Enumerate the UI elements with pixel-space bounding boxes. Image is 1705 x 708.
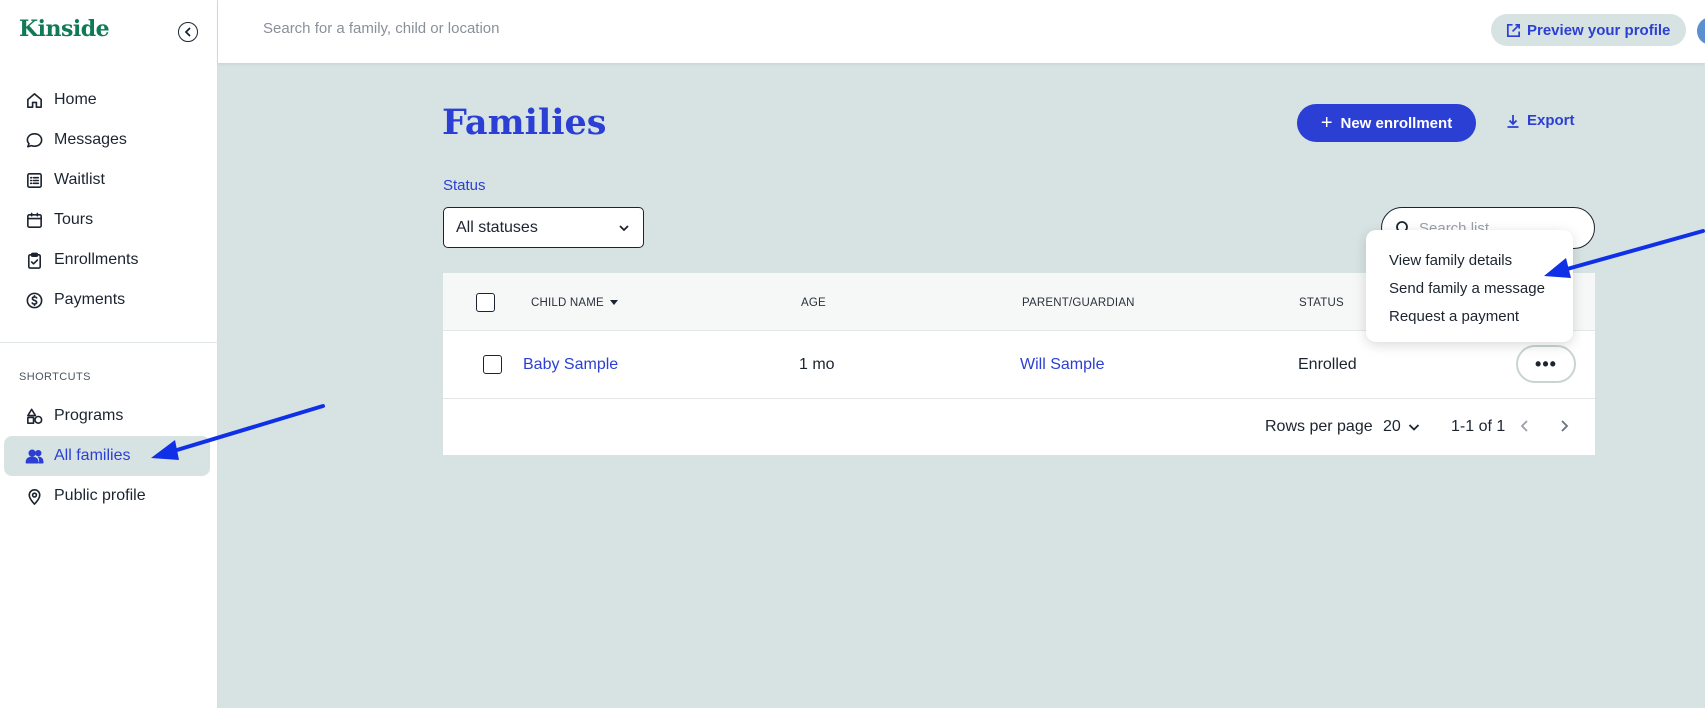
sidebar: Kinside Home Messages Waitlist Tours Enr… [0, 0, 218, 708]
users-icon [24, 446, 44, 466]
sidebar-item-label: Messages [54, 131, 127, 148]
shapes-icon [24, 406, 44, 426]
column-header-age: AGE [801, 297, 826, 309]
export-label: Export [1527, 112, 1575, 129]
column-header-status: STATUS [1299, 297, 1344, 309]
page-title: Families [442, 102, 607, 143]
list-icon [24, 170, 44, 190]
sidebar-item-label: Public profile [54, 487, 146, 504]
sort-caret-icon [609, 300, 618, 306]
clipboard-icon [24, 250, 44, 270]
new-enrollment-label: New enrollment [1340, 114, 1453, 132]
status-filter-label: Status [443, 177, 486, 194]
export-button[interactable]: Export [1505, 112, 1575, 129]
location-pin-icon [24, 486, 44, 506]
avatar[interactable] [1697, 17, 1705, 45]
previous-page-button[interactable] [1517, 418, 1533, 439]
chat-icon [24, 130, 44, 150]
child-age: 1 mo [799, 356, 835, 373]
preview-profile-button[interactable]: Preview your profile [1491, 14, 1687, 46]
top-bar: Preview your profile [218, 0, 1705, 63]
sidebar-item-label: Payments [54, 291, 126, 308]
chevron-right-icon [1561, 420, 1569, 432]
sidebar-item-messages[interactable]: Messages [4, 120, 210, 160]
rows-per-page-select[interactable]: 20 [1383, 418, 1422, 436]
chevron-down-icon [1408, 424, 1419, 431]
sidebar-divider [0, 342, 218, 343]
sidebar-item-label: Enrollments [54, 251, 139, 268]
sidebar-item-enrollments[interactable]: Enrollments [4, 240, 210, 280]
calendar-icon [24, 210, 44, 230]
sidebar-item-label: Waitlist [54, 171, 105, 188]
status-filter-select[interactable]: All statuses [443, 207, 644, 248]
sidebar-item-label: Tours [54, 211, 94, 228]
chevron-down-icon [619, 224, 629, 231]
chevron-left-icon [1520, 420, 1528, 432]
home-icon [24, 90, 44, 110]
child-name-link[interactable]: Baby Sample [523, 356, 618, 374]
column-header-parent: PARENT/GUARDIAN [1022, 297, 1135, 309]
annotation-arrow-menu [1544, 229, 1705, 278]
select-all-checkbox[interactable] [476, 293, 495, 312]
collapse-sidebar-button[interactable] [178, 22, 198, 42]
preview-profile-label: Preview your profile [1527, 21, 1671, 39]
download-icon [1507, 114, 1519, 128]
dollar-icon [24, 290, 44, 310]
sidebar-item-label: All families [54, 447, 131, 464]
enrollment-status: Enrolled [1298, 356, 1357, 373]
plus-icon: + [1320, 111, 1333, 134]
main-nav: Home Messages Waitlist Tours Enrollments… [0, 80, 218, 320]
sidebar-item-waitlist[interactable]: Waitlist [4, 160, 210, 200]
next-page-button[interactable] [1556, 418, 1572, 439]
annotation-arrow-sidebar [151, 404, 325, 460]
chevron-left-icon [184, 27, 191, 37]
column-header-child-name[interactable]: CHILD NAME [531, 297, 618, 309]
row-actions-button[interactable]: ••• [1516, 345, 1576, 383]
status-filter-value: All statuses [456, 218, 538, 236]
kinside-logo[interactable]: Kinside [19, 16, 110, 42]
pagination-range: 1-1 of 1 [1451, 418, 1506, 435]
global-search-input[interactable] [263, 20, 663, 37]
menu-item-request-payment[interactable]: Request a payment [1366, 302, 1573, 330]
external-link-icon [1506, 23, 1521, 37]
sidebar-item-tours[interactable]: Tours [4, 200, 210, 240]
sidebar-item-payments[interactable]: Payments [4, 280, 210, 320]
more-icon: ••• [1535, 353, 1557, 374]
parent-name-link[interactable]: Will Sample [1020, 356, 1104, 374]
sidebar-item-label: Home [54, 91, 97, 108]
shortcuts-heading: SHORTCUTS [19, 371, 91, 383]
sidebar-item-public-profile[interactable]: Public profile [4, 476, 210, 516]
sidebar-item-label: Programs [54, 407, 124, 424]
row-checkbox[interactable] [483, 355, 502, 374]
rows-per-page-label: Rows per page [1265, 418, 1373, 435]
new-enrollment-button[interactable]: + New enrollment [1297, 104, 1476, 142]
sidebar-item-home[interactable]: Home [4, 80, 210, 120]
